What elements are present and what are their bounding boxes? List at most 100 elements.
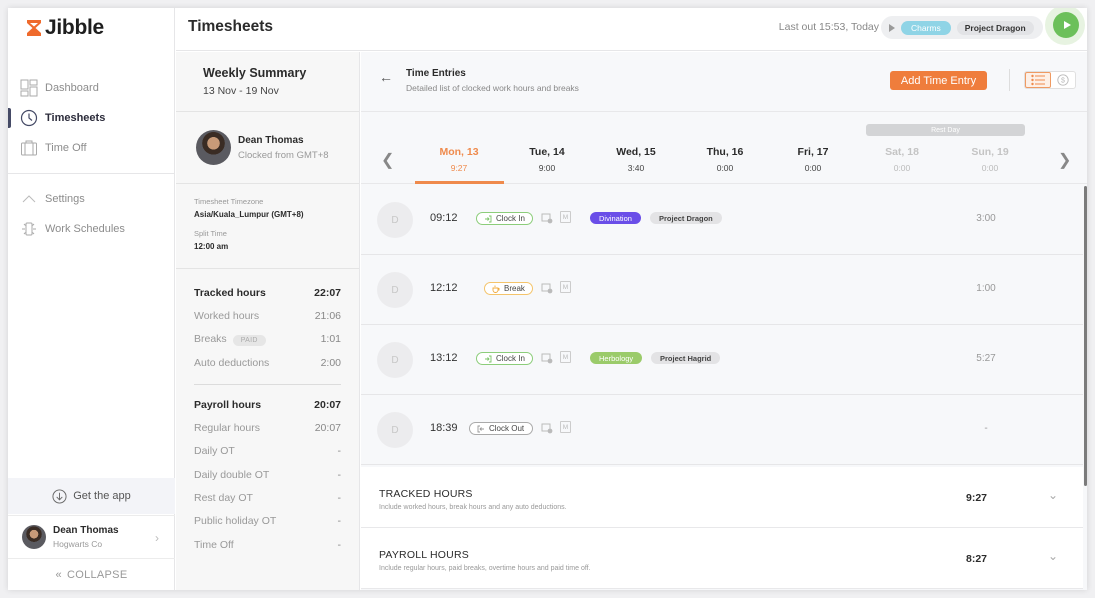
time-entries-panel: ← Time Entries Detailed list of clocked …	[361, 52, 1087, 590]
tracked-hours-total-row[interactable]: TRACKED HOURS Include worked hours, brea…	[361, 467, 1083, 528]
split-time-label: Split Time	[194, 229, 227, 238]
entry-duration: 3:00	[976, 213, 996, 224]
next-week-chevron-icon[interactable]: ❯	[1058, 150, 1071, 170]
manual-entry-badge: M	[560, 281, 571, 293]
user-profile-button[interactable]: Dean Thomas Hogwarts Co ›	[8, 515, 175, 559]
sidebar-item-time-off[interactable]: Time Off	[8, 133, 175, 163]
chevron-right-icon: ›	[155, 531, 159, 545]
collapse-sidebar-button[interactable]: « COLLAPSE	[8, 560, 175, 590]
rest-day-banner: Rest Day	[866, 124, 1025, 136]
page-title: Timesheets	[188, 18, 274, 35]
sidebar-item-work-schedules[interactable]: Work Schedules	[8, 214, 175, 244]
employee-card: Dean Thomas Clocked from GMT+8	[176, 112, 359, 184]
total-value: 8:27	[966, 553, 988, 565]
sidebar-item-timesheets[interactable]: Timesheets	[8, 103, 175, 133]
day-tab-mon[interactable]: Mon, 13 9:27	[415, 146, 503, 173]
row-label: Daily double OT	[194, 468, 270, 481]
previous-week-chevron-icon[interactable]: ❮	[381, 150, 394, 170]
timezone-label: Timesheet Timezone	[194, 197, 264, 206]
dashboard-icon	[20, 79, 38, 97]
suitcase-icon	[20, 139, 38, 157]
day-label: Tue, 14	[529, 146, 565, 158]
get-the-app-button[interactable]: Get the app	[8, 478, 175, 514]
avatar	[22, 525, 46, 549]
time-entry-list: D 09:12 Clock In M Divination Project Dr…	[361, 185, 1083, 465]
entry-duration: 1:00	[976, 283, 996, 294]
day-hours: 0:00	[804, 163, 822, 173]
sidebar-item-settings[interactable]: Settings	[8, 184, 175, 214]
row-value: -	[337, 468, 342, 481]
list-view-button[interactable]	[1025, 72, 1051, 88]
time-entry-row[interactable]: D 12:12 Break M 1:00	[361, 255, 1083, 325]
cost-view-button[interactable]: $	[1051, 72, 1075, 88]
day-hours: 0:00	[893, 163, 911, 173]
total-description: Include worked hours, break hours and an…	[379, 504, 567, 511]
paid-badge: PAID	[232, 335, 266, 347]
svg-text:$: $	[1061, 78, 1065, 85]
day-tab-wed[interactable]: Wed, 15 3:40	[592, 146, 680, 173]
logo[interactable]: Jibble	[26, 16, 104, 40]
computer-device-icon	[541, 423, 553, 434]
clock-in-play-button[interactable]	[1053, 12, 1079, 38]
divider	[194, 384, 341, 386]
play-small-icon	[889, 23, 895, 32]
timer-activity-tag: Charms	[901, 20, 951, 35]
day-tab-tue[interactable]: Tue, 14 9:00	[503, 146, 591, 173]
row-label: Regular hours	[194, 422, 260, 435]
total-value: 9:27	[966, 492, 988, 504]
manual-entry-badge: M	[560, 421, 571, 433]
chevron-down-icon[interactable]: ⌄	[1048, 488, 1058, 502]
time-entry-row[interactable]: D 09:12 Clock In M Divination Project Dr…	[361, 185, 1083, 255]
chevron-down-icon[interactable]: ⌄	[1048, 549, 1058, 563]
scrollbar-thumb[interactable]	[1084, 186, 1087, 486]
timer-project-tag: Project Dragon	[956, 20, 1034, 35]
weekly-summary-panel: Weekly Summary 13 Nov - 19 Nov Dean Thom…	[176, 52, 360, 590]
computer-device-icon	[541, 283, 553, 294]
row-value: 22:07	[314, 286, 341, 299]
entry-duration: -	[984, 423, 988, 434]
employee-clocked-from: Clocked from GMT+8	[238, 149, 329, 161]
manual-entry-badge: M	[560, 351, 571, 363]
day-tab-thu[interactable]: Thu, 16 0:00	[681, 146, 769, 173]
timer-widget[interactable]: Charms Project Dragon	[881, 16, 1043, 39]
back-arrow-icon[interactable]: ←	[379, 69, 393, 85]
clock-in-badge: Clock In	[476, 352, 533, 365]
day-hours: 3:40	[627, 163, 645, 173]
row-label: Time Off	[194, 538, 234, 551]
dollar-icon: $	[1057, 74, 1069, 86]
entry-time: 18:39	[430, 422, 458, 434]
total-title: TRACKED HOURS	[379, 488, 473, 500]
row-label: Daily OT	[194, 445, 235, 458]
clock-in-badge: Clock In	[476, 212, 533, 225]
collapse-label: COLLAPSE	[66, 569, 128, 581]
day-label: Thu, 16	[706, 146, 744, 158]
daily-ot-row: Daily OT -	[194, 440, 341, 463]
regular-hours-row: Regular hours 20:07	[194, 416, 341, 439]
day-tab-fri[interactable]: Fri, 17 0:00	[769, 146, 857, 173]
sidebar-item-label: Time Off	[45, 142, 87, 154]
payroll-hours-total-row[interactable]: PAYROLL HOURS Include regular hours, pai…	[361, 528, 1083, 589]
entry-type-label: Clock In	[496, 354, 525, 363]
row-label: Auto deductions	[194, 356, 270, 369]
row-label: Breaks	[194, 333, 227, 346]
auto-deductions-row: Auto deductions 2:00	[194, 351, 341, 374]
time-entry-row[interactable]: D 13:12 Clock In M Herbology Project Hag…	[361, 325, 1083, 395]
add-time-entry-button[interactable]: Add Time Entry	[890, 71, 987, 90]
top-bar: Timesheets Last out 15:53, Today Charms …	[176, 8, 1087, 51]
project-tag: Project Dragon	[650, 212, 722, 224]
entry-time: 12:12	[430, 282, 458, 294]
play-icon	[1063, 21, 1071, 29]
row-value: 2:00	[320, 356, 341, 369]
row-value: -	[337, 515, 342, 528]
activity-tag: Herbology	[590, 352, 643, 364]
get-the-app-label: Get the app	[73, 490, 131, 502]
day-tab-sat[interactable]: Sat, 18 0:00	[858, 146, 946, 173]
time-entry-row[interactable]: D 18:39 Clock Out M -	[361, 395, 1083, 465]
employee-name: Dean Thomas	[238, 134, 304, 146]
clock-in-icon	[485, 355, 492, 362]
sidebar-item-dashboard[interactable]: Dashboard	[8, 73, 175, 103]
daily-double-ot-row: Daily double OT -	[194, 463, 341, 486]
day-tab-sun[interactable]: Sun, 19 0:00	[946, 146, 1034, 173]
row-value: 20:07	[314, 422, 341, 435]
last-out-status: Last out 15:53, Today	[778, 21, 879, 33]
